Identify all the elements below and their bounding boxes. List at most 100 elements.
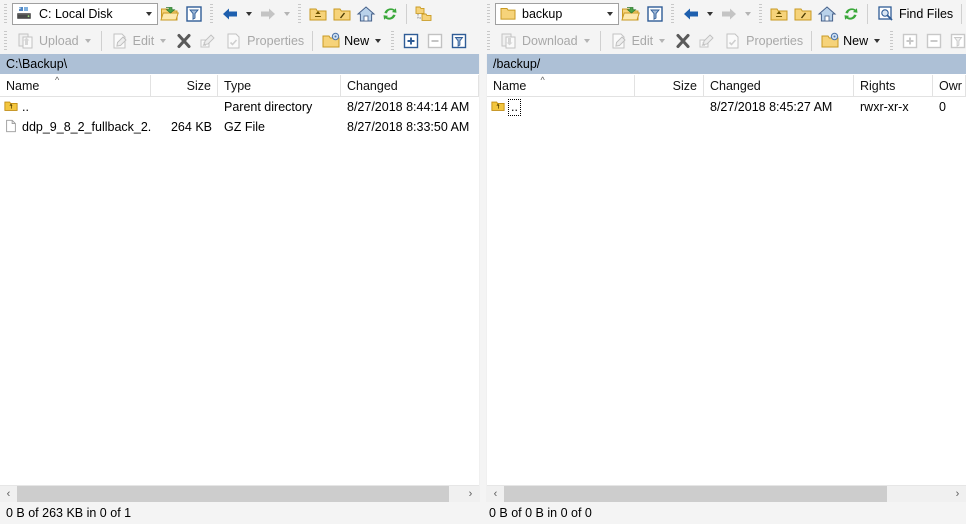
chevron-down-icon[interactable] — [142, 4, 155, 24]
download-label: Download — [522, 34, 578, 48]
file-panels: C:\Backup\ Name ^ Size Type Changed .. P… — [0, 54, 966, 502]
toolbar-grip[interactable] — [3, 4, 10, 24]
select-minus-icon — [425, 31, 445, 51]
panel-splitter[interactable] — [479, 54, 487, 502]
winscp-window: C: Local Disk backup Find Files Upload E… — [0, 0, 966, 524]
local-panel: C:\Backup\ Name ^ Size Type Changed .. P… — [0, 54, 479, 502]
new-dropdown-arrow[interactable] — [375, 39, 382, 43]
right-open-directory-button[interactable] — [619, 2, 643, 26]
left-filter-mask-button[interactable] — [182, 2, 206, 26]
local-file-list[interactable]: .. Parent directory 8/27/2018 8:44:14 AM — [0, 97, 479, 485]
local-path-bar[interactable]: C:\Backup\ — [0, 54, 479, 75]
column-header-size[interactable]: Size — [635, 75, 704, 97]
open-folder-green-arrow-icon — [621, 4, 641, 24]
home-icon — [817, 4, 837, 24]
table-row[interactable]: .. Parent directory 8/27/2018 8:44:14 AM — [0, 97, 479, 117]
toolbar-grip[interactable] — [3, 31, 10, 51]
toolbar-grip[interactable] — [390, 31, 398, 51]
remote-column-headers: Name ^ Size Changed Rights Owr — [487, 75, 966, 97]
column-header-owner[interactable]: Owr — [933, 75, 966, 97]
remote-select-mask-button — [946, 29, 966, 53]
sort-ascending-icon: ^ — [540, 75, 545, 85]
remote-status-bar: 0 B of 0 B in 0 of 0 — [483, 502, 966, 524]
cell-size: 264 KB — [170, 120, 212, 134]
remote-new-button[interactable]: New — [816, 29, 886, 53]
right-filter-mask-button[interactable] — [643, 2, 667, 26]
scroll-right-button[interactable]: › — [949, 486, 966, 502]
left-open-directory-button[interactable] — [158, 2, 182, 26]
select-mask-button[interactable] — [447, 29, 471, 53]
table-row[interactable]: .. 8/27/2018 8:45:27 AM rwxr-xr-x 0 — [487, 97, 966, 117]
upload-icon — [16, 31, 36, 51]
toolbar-row-navigation: C: Local Disk backup Find Files — [0, 0, 966, 28]
right-path-combobox[interactable]: backup — [495, 3, 619, 25]
scroll-track[interactable] — [504, 486, 949, 502]
right-refresh-button[interactable] — [839, 2, 863, 26]
toolbar-grip[interactable] — [297, 4, 304, 24]
remote-horizontal-scrollbar[interactable]: ‹ › — [487, 485, 966, 502]
select-plus-icon — [401, 31, 421, 51]
delete-button[interactable] — [172, 29, 196, 53]
toolbar-grip[interactable] — [486, 4, 493, 24]
column-header-name[interactable]: Name ^ — [487, 75, 635, 97]
back-dropdown-arrow[interactable] — [707, 12, 713, 16]
left-back-button[interactable] — [218, 2, 256, 26]
new-button[interactable]: New — [317, 29, 387, 53]
home-icon — [356, 4, 376, 24]
remote-file-list[interactable]: .. 8/27/2018 8:45:27 AM rwxr-xr-x 0 — [487, 97, 966, 485]
toolbar-separator — [811, 31, 813, 51]
forward-dropdown-arrow — [745, 12, 751, 16]
scroll-thumb[interactable] — [17, 486, 449, 502]
find-files-label: Find Files — [899, 7, 954, 21]
remote-delete-button[interactable] — [671, 29, 695, 53]
local-horizontal-scrollbar[interactable]: ‹ › — [0, 485, 479, 502]
remote-new-dropdown-arrow[interactable] — [874, 39, 881, 43]
toolbar-separator — [867, 4, 868, 24]
toolbar-grip[interactable] — [209, 4, 216, 24]
right-navigation-toolbar: backup Find Files — [483, 0, 966, 28]
right-home-directory-button[interactable] — [815, 2, 839, 26]
column-header-rights[interactable]: Rights — [854, 75, 933, 97]
remote-new-label: New — [843, 34, 869, 48]
toolbar-grip[interactable] — [758, 4, 765, 24]
left-forward-button — [256, 2, 294, 26]
toolbar-grip[interactable] — [670, 4, 677, 24]
column-header-changed[interactable]: Changed — [704, 75, 854, 97]
column-header-size[interactable]: Size — [151, 75, 218, 97]
column-header-type[interactable]: Type — [218, 75, 341, 97]
scroll-left-button[interactable]: ‹ — [0, 486, 17, 502]
scroll-track[interactable] — [17, 486, 462, 502]
right-back-button[interactable] — [679, 2, 717, 26]
toolbar-separator — [100, 31, 102, 51]
left-home-directory-button[interactable] — [354, 2, 378, 26]
select-files-button[interactable] — [399, 29, 423, 53]
parent-folder-icon — [491, 99, 505, 116]
right-root-directory-button[interactable] — [791, 2, 815, 26]
left-directory-tree-button[interactable] — [411, 2, 435, 26]
scroll-thumb[interactable] — [504, 486, 887, 502]
scroll-left-button[interactable]: ‹ — [487, 486, 504, 502]
right-parent-directory-button[interactable] — [767, 2, 791, 26]
download-icon — [499, 31, 519, 51]
column-header-changed[interactable]: Changed — [341, 75, 479, 97]
scroll-right-button[interactable]: › — [462, 486, 479, 502]
remote-path-bar[interactable]: /backup/ — [487, 54, 966, 75]
chevron-down-icon[interactable] — [603, 4, 616, 24]
toolbar-grip[interactable] — [486, 31, 493, 51]
left-parent-directory-button[interactable] — [306, 2, 330, 26]
toolbar-grip[interactable] — [889, 31, 897, 51]
remote-rename-button: a — [695, 29, 719, 53]
select-filter-icon — [948, 31, 966, 51]
cell-changed: 8/27/2018 8:45:27 AM — [710, 100, 833, 114]
cell-size — [635, 97, 704, 117]
find-files-button[interactable]: Find Files — [872, 2, 957, 26]
left-refresh-button[interactable] — [378, 2, 402, 26]
table-row[interactable]: ddp_9_8_2_fullback_2... 264 KB GZ File 8… — [0, 117, 479, 137]
back-dropdown-arrow[interactable] — [246, 12, 252, 16]
funnel-filter-icon — [645, 4, 665, 24]
edit-button: Edit — [106, 29, 173, 53]
left-path-combobox[interactable]: C: Local Disk — [12, 3, 158, 25]
sort-ascending-icon: ^ — [55, 75, 60, 85]
left-root-directory-button[interactable] — [330, 2, 354, 26]
column-header-name[interactable]: Name ^ — [0, 75, 151, 97]
